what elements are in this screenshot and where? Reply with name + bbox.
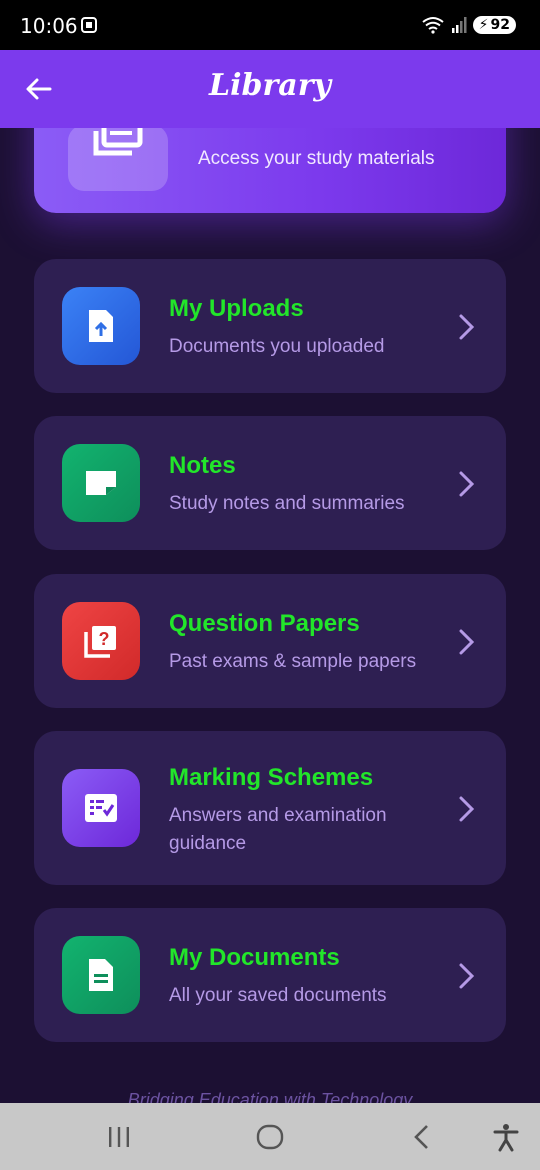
card-my-uploads[interactable]: My Uploads Documents you uploaded	[34, 259, 506, 393]
chevron-right-icon	[459, 629, 475, 655]
card-title: Question Papers	[169, 610, 360, 637]
card-title: Notes	[169, 452, 236, 479]
card-subtitle: Documents you uploaded	[169, 336, 385, 357]
battery-level: 92	[490, 17, 510, 33]
card-title: Marking Schemes	[169, 764, 374, 791]
home-icon[interactable]	[254, 1121, 286, 1153]
chevron-right-icon	[459, 471, 475, 497]
page-title: Library	[209, 68, 331, 103]
document-icon	[62, 936, 140, 1014]
note-icon	[62, 444, 140, 522]
card-marking-schemes[interactable]: Marking Schemes Answers and examination …	[34, 731, 506, 885]
upload-file-icon	[62, 287, 140, 365]
accessibility-icon[interactable]	[490, 1121, 522, 1153]
card-subtitle: All your saved documents	[169, 985, 387, 1006]
chevron-right-icon	[459, 963, 475, 989]
recent-apps-icon[interactable]	[103, 1121, 135, 1153]
library-content[interactable]: Access your study materials My Uploads D…	[0, 128, 540, 1103]
back-nav-icon[interactable]	[406, 1121, 438, 1153]
card-notes[interactable]: Notes Study notes and summaries	[34, 416, 506, 550]
card-title: My Documents	[169, 944, 340, 971]
status-bar: 10:06 ⚡ 92	[0, 0, 540, 50]
hero-banner: Access your study materials	[34, 128, 506, 213]
app-bar: Library	[0, 50, 540, 128]
library-icon	[68, 128, 168, 191]
card-subtitle: Study notes and summaries	[169, 493, 405, 514]
status-time: 10:06	[20, 14, 78, 38]
battery-indicator: ⚡ 92	[472, 16, 516, 34]
quiz-icon: ?	[62, 602, 140, 680]
svg-text:?: ?	[99, 629, 110, 649]
footer-tagline: Bridging Education with Technology	[127, 1090, 413, 1103]
checklist-icon	[62, 769, 140, 847]
card-question-papers[interactable]: ? Question Papers Past exams & sample pa…	[34, 574, 506, 708]
card-my-documents[interactable]: My Documents All your saved documents	[34, 908, 506, 1042]
card-subtitle: Answers and examination guidance	[169, 805, 387, 854]
charging-icon: ⚡	[478, 17, 489, 33]
library-books-icon	[93, 128, 143, 156]
signal-icon	[451, 17, 467, 33]
screenshot-icon	[81, 17, 97, 33]
hero-subtitle: Access your study materials	[198, 148, 435, 169]
system-nav-bar	[0, 1103, 540, 1170]
wifi-icon	[422, 17, 444, 34]
chevron-right-icon	[459, 314, 475, 340]
chevron-right-icon	[459, 796, 475, 822]
card-title: My Uploads	[169, 295, 304, 322]
card-subtitle: Past exams & sample papers	[169, 651, 417, 672]
